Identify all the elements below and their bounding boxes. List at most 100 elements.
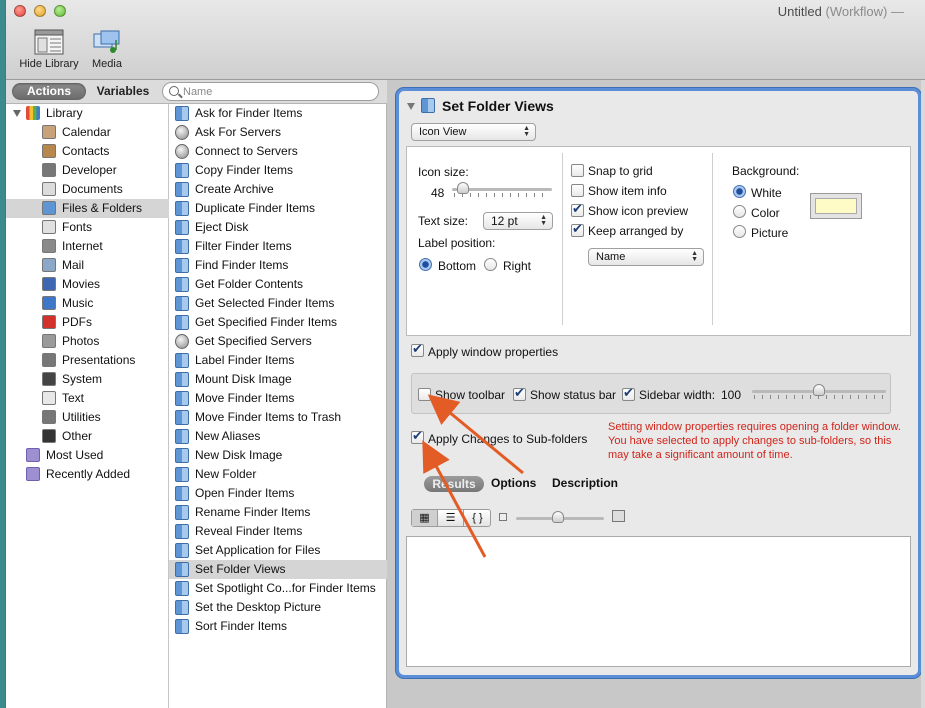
results-area[interactable] xyxy=(406,536,911,667)
action-item[interactable]: Duplicate Finder Items xyxy=(169,199,387,218)
action-item[interactable]: Get Folder Contents xyxy=(169,275,387,294)
tab-actions[interactable]: Actions xyxy=(12,83,86,100)
text-size-popup[interactable]: 12 pt ▲ ▼ xyxy=(483,212,553,230)
sidebar-item-mail[interactable]: Mail xyxy=(6,256,169,275)
action-item[interactable]: Reveal Finder Items xyxy=(169,522,387,541)
icon-size-slider[interactable] xyxy=(452,182,552,197)
action-item[interactable]: Label Finder Items xyxy=(169,351,387,370)
close-button[interactable] xyxy=(14,5,26,17)
arrange-by-popup[interactable]: Name ▲ ▼ xyxy=(588,248,704,266)
sidebar-item-system[interactable]: System xyxy=(6,370,169,389)
sidebar-item-fonts[interactable]: Fonts xyxy=(6,218,169,237)
hide-library-button[interactable]: Hide Library xyxy=(16,28,82,70)
action-item[interactable]: Create Archive xyxy=(169,180,387,199)
minimize-button[interactable] xyxy=(34,5,46,17)
zoom-button[interactable] xyxy=(54,5,66,17)
icon-view-icon[interactable]: ▦ xyxy=(412,510,438,526)
action-item[interactable]: Copy Finder Items xyxy=(169,161,387,180)
action-item[interactable]: Sort Finder Items xyxy=(169,617,387,636)
collapse-triangle-icon[interactable] xyxy=(407,103,415,110)
action-item[interactable]: Mount Disk Image xyxy=(169,370,387,389)
action-item[interactable]: Move Finder Items to Trash xyxy=(169,408,387,427)
view-options-panel: Icon size: 48 Text size: 12 pt ▲ ▼ Label … xyxy=(406,146,911,336)
action-item[interactable]: Get Specified Finder Items xyxy=(169,313,387,332)
show-status-bar-checkbox[interactable] xyxy=(513,386,526,401)
slider-knob[interactable] xyxy=(457,182,469,194)
apply-changes-subfolders-checkbox[interactable] xyxy=(411,429,424,444)
results-zoom-slider[interactable] xyxy=(516,511,604,524)
apply-window-properties-checkbox[interactable] xyxy=(411,342,424,357)
label-right-radio[interactable] xyxy=(484,258,497,271)
library-most-used[interactable]: Most Used xyxy=(6,446,169,465)
sidebar-width-checkbox[interactable] xyxy=(622,386,635,401)
label-bottom-radio[interactable] xyxy=(419,258,432,271)
search-field[interactable] xyxy=(162,82,379,101)
snap-to-grid-checkbox[interactable] xyxy=(571,164,584,177)
slider-knob[interactable] xyxy=(813,384,825,396)
action-item[interactable]: New Folder xyxy=(169,465,387,484)
sidebar-item-label: System xyxy=(62,372,103,386)
list-view-icon[interactable]: ☰ xyxy=(438,510,464,526)
action-item[interactable]: New Aliases xyxy=(169,427,387,446)
tab-variables[interactable]: Variables xyxy=(86,83,160,100)
media-button[interactable]: Media xyxy=(88,28,126,70)
sidebar-item-developer[interactable]: Developer xyxy=(6,161,169,180)
sidebar-item-contacts[interactable]: Contacts xyxy=(6,142,169,161)
sidebar-item-photos[interactable]: Photos xyxy=(6,332,169,351)
sidebar-item-music[interactable]: Music xyxy=(6,294,169,313)
action-item[interactable]: Ask for Finder Items xyxy=(169,104,387,123)
sidebar-item-utilities[interactable]: Utilities xyxy=(6,408,169,427)
action-item[interactable]: Eject Disk xyxy=(169,218,387,237)
sidebar-item-text[interactable]: Text xyxy=(6,389,169,408)
show-icon-preview-checkbox[interactable] xyxy=(571,202,584,217)
sidebar-item-calendar[interactable]: Calendar xyxy=(6,123,169,142)
finder-icon xyxy=(175,486,189,501)
disclosure-triangle-icon[interactable] xyxy=(13,110,21,117)
sidebar-item-presentations[interactable]: Presentations xyxy=(6,351,169,370)
action-item[interactable]: Connect to Servers xyxy=(169,142,387,161)
bg-white-radio[interactable] xyxy=(733,185,746,198)
action-item[interactable]: Get Specified Servers xyxy=(169,332,387,351)
sidebar-item-movies[interactable]: Movies xyxy=(6,275,169,294)
sidebar-item-internet[interactable]: Internet xyxy=(6,237,169,256)
media-icon xyxy=(93,30,120,53)
sidebar-item-other[interactable]: Other xyxy=(6,427,169,446)
action-item[interactable]: Set the Desktop Picture xyxy=(169,598,387,617)
slider-knob[interactable] xyxy=(552,511,564,523)
background-color-well[interactable] xyxy=(810,193,862,219)
action-item[interactable]: Set Spotlight Co...for Finder Items xyxy=(169,579,387,598)
tab-options[interactable]: Options xyxy=(491,476,536,490)
action-item[interactable]: Move Finder Items xyxy=(169,389,387,408)
action-item[interactable]: Set Folder Views xyxy=(169,560,387,579)
tab-description[interactable]: Description xyxy=(552,476,618,490)
action-item[interactable]: Filter Finder Items xyxy=(169,237,387,256)
code-view-icon[interactable]: { } xyxy=(464,510,491,526)
action-item[interactable]: Ask For Servers xyxy=(169,123,387,142)
view-type-popup[interactable]: Icon View ▲ ▼ xyxy=(411,123,536,141)
tab-results[interactable]: Results xyxy=(424,476,484,492)
show-toolbar-checkbox[interactable] xyxy=(418,388,431,401)
window-edge xyxy=(921,80,925,708)
action-item[interactable]: Rename Finder Items xyxy=(169,503,387,522)
action-item[interactable]: Get Selected Finder Items xyxy=(169,294,387,313)
library-root[interactable]: Library xyxy=(6,104,169,123)
sidebar-item-pdfs[interactable]: PDFs xyxy=(6,313,169,332)
sidebar-width-slider[interactable] xyxy=(752,384,886,399)
library-recently-added[interactable]: Recently Added xyxy=(6,465,169,484)
sidebar-item-documents[interactable]: Documents xyxy=(6,180,169,199)
action-item[interactable]: Find Finder Items xyxy=(169,256,387,275)
bg-color-radio[interactable] xyxy=(733,205,746,218)
internet-icon xyxy=(42,239,56,253)
other-icon xyxy=(42,429,56,443)
action-item[interactable]: Set Application for Files xyxy=(169,541,387,560)
action-item[interactable]: New Disk Image xyxy=(169,446,387,465)
search-input[interactable] xyxy=(183,84,373,99)
keep-arranged-checkbox[interactable] xyxy=(571,222,584,237)
smart-folder-icon xyxy=(26,467,40,481)
sidebar-item-label: Utilities xyxy=(62,410,101,424)
sidebar-item-files-folders[interactable]: Files & Folders xyxy=(6,199,169,218)
action-item-label: Create Archive xyxy=(195,182,274,196)
show-item-info-checkbox[interactable] xyxy=(571,184,584,197)
bg-picture-radio[interactable] xyxy=(733,225,746,238)
action-item[interactable]: Open Finder Items xyxy=(169,484,387,503)
